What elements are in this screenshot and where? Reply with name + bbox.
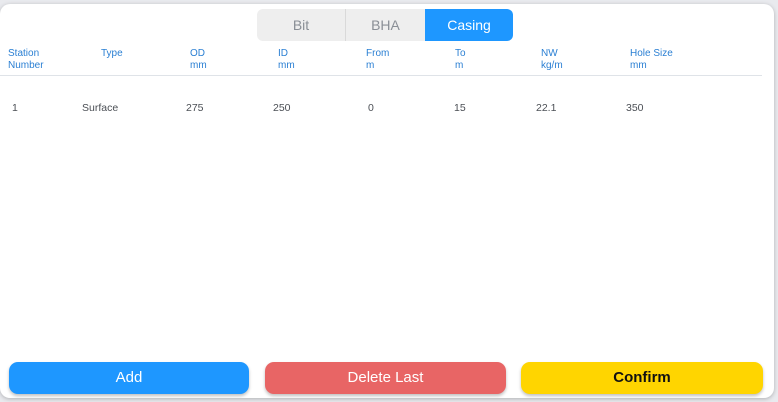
- cell-hole-size: 350: [626, 102, 644, 114]
- column-title: To: [455, 48, 466, 59]
- cell-station-number: 1: [12, 102, 18, 114]
- column-header-from: From m: [366, 48, 389, 72]
- column-unit: kg/m: [541, 60, 563, 71]
- cell-from: 0: [368, 102, 374, 114]
- column-title: Station: [8, 48, 40, 59]
- cell-od: 275: [186, 102, 204, 114]
- column-title: OD: [190, 48, 205, 59]
- column-unit: mm: [278, 60, 295, 71]
- column-unit: m: [455, 60, 464, 71]
- segmented-tabs: Bit BHA Casing: [257, 9, 513, 41]
- column-unit: mm: [190, 60, 207, 71]
- table-row[interactable]: 1 Surface 275 250 0 15 22.1 350: [0, 100, 762, 116]
- cell-to: 15: [454, 102, 466, 114]
- tab-bha[interactable]: BHA: [346, 9, 425, 41]
- column-title: NW: [541, 48, 558, 59]
- table-header: Station Number Type OD mm ID mm From m T…: [0, 48, 762, 76]
- column-header-to: To m: [455, 48, 466, 72]
- add-button[interactable]: Add: [9, 362, 249, 394]
- column-title: Hole Size: [630, 48, 673, 59]
- casing-panel: Bit BHA Casing Station Number Type OD mm…: [0, 4, 774, 398]
- column-header-type: Type: [101, 48, 123, 60]
- column-unit: mm: [630, 60, 647, 71]
- column-header-od: OD mm: [190, 48, 207, 72]
- tab-bit[interactable]: Bit: [257, 9, 346, 41]
- column-header-station: Station Number: [8, 48, 44, 72]
- column-header-hole-size: Hole Size mm: [630, 48, 673, 72]
- delete-last-button[interactable]: Delete Last: [265, 362, 506, 394]
- column-header-nw: NW kg/m: [541, 48, 563, 72]
- column-unit: Number: [8, 60, 44, 71]
- column-title: Type: [101, 48, 123, 59]
- cell-id: 250: [273, 102, 291, 114]
- tab-casing[interactable]: Casing: [425, 9, 513, 41]
- confirm-button[interactable]: Confirm: [521, 362, 763, 394]
- column-header-id: ID mm: [278, 48, 295, 72]
- column-title: From: [366, 48, 390, 59]
- cell-nw: 22.1: [536, 102, 557, 114]
- column-unit: m: [366, 60, 375, 71]
- column-title: ID: [278, 48, 288, 59]
- cell-type: Surface: [82, 102, 119, 114]
